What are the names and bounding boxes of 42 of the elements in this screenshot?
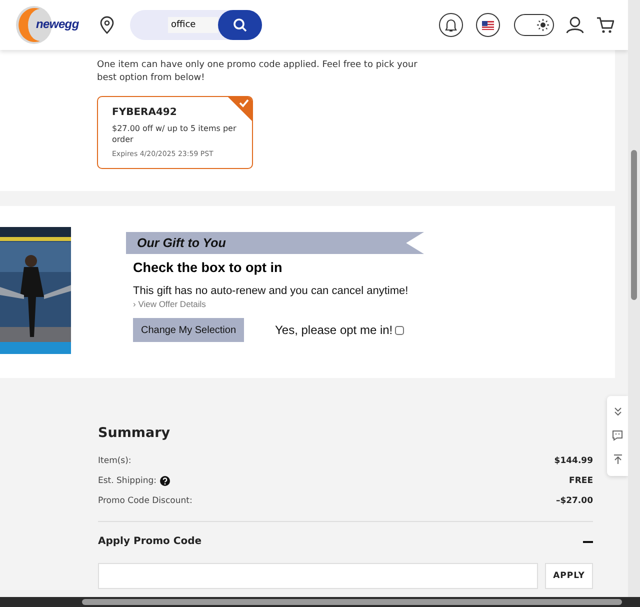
notification-button[interactable] bbox=[439, 13, 463, 37]
coupon-code: FYBERA492 bbox=[112, 107, 178, 118]
promo-code-title: Apply Promo Code bbox=[98, 536, 202, 547]
sun-icon bbox=[537, 19, 549, 31]
cart-icon[interactable] bbox=[596, 16, 614, 34]
coupon-description: $27.00 off w/ up to 5 items per order bbox=[112, 123, 238, 145]
scrollbar-thumb[interactable] bbox=[631, 150, 637, 300]
summary-value: –$27.00 bbox=[556, 496, 593, 506]
double-chevron-down-icon[interactable] bbox=[612, 406, 622, 417]
summary-label: Promo Code Discount: bbox=[98, 496, 192, 506]
gift-heading: Check the box to opt in bbox=[133, 260, 284, 275]
gift-text: This gift has no auto-renew and you can cancel anytime! bbox=[133, 285, 410, 297]
promo-note: One item can have only one promo code applied. Feel free to pick your best option from below! bbox=[97, 59, 418, 85]
vertical-scrollbar[interactable] bbox=[628, 0, 640, 597]
offer-details-link[interactable]: › View Offer Details bbox=[133, 299, 206, 309]
summary-value: FREE bbox=[569, 476, 593, 486]
summary-label: Item(s): bbox=[98, 456, 132, 466]
check-icon bbox=[228, 97, 252, 121]
summary-label: Est. Shipping: bbox=[98, 476, 156, 486]
back-to-top-icon[interactable] bbox=[612, 454, 622, 466]
change-selection-button[interactable]: Change My Selection bbox=[133, 318, 244, 342]
gift-banner: Our Gift to You bbox=[126, 232, 424, 254]
logo[interactable]: newegg bbox=[14, 5, 86, 45]
theme-toggle[interactable] bbox=[514, 14, 554, 36]
promo-code-field[interactable] bbox=[98, 563, 538, 589]
summary-title: Summary bbox=[98, 425, 172, 441]
search-button[interactable] bbox=[218, 10, 262, 40]
location-pin-icon[interactable] bbox=[100, 16, 114, 34]
help-icon[interactable] bbox=[160, 476, 170, 486]
bell-icon bbox=[445, 18, 457, 32]
account-icon[interactable] bbox=[566, 16, 584, 34]
horizontal-scrollbar[interactable] bbox=[0, 597, 640, 607]
opt-in-label: Yes, please opt me in! bbox=[275, 323, 393, 337]
search-field[interactable]: office bbox=[168, 17, 218, 33]
summary-value: $144.99 bbox=[554, 456, 593, 466]
opt-in-checkbox[interactable] bbox=[394, 326, 404, 334]
scrollbar-thumb[interactable] bbox=[82, 599, 622, 605]
search-icon bbox=[233, 18, 247, 32]
flag-icon bbox=[482, 20, 494, 30]
apply-button[interactable]: APPLY bbox=[545, 563, 593, 589]
chat-icon[interactable] bbox=[612, 430, 623, 441]
country-button[interactable] bbox=[476, 13, 500, 37]
